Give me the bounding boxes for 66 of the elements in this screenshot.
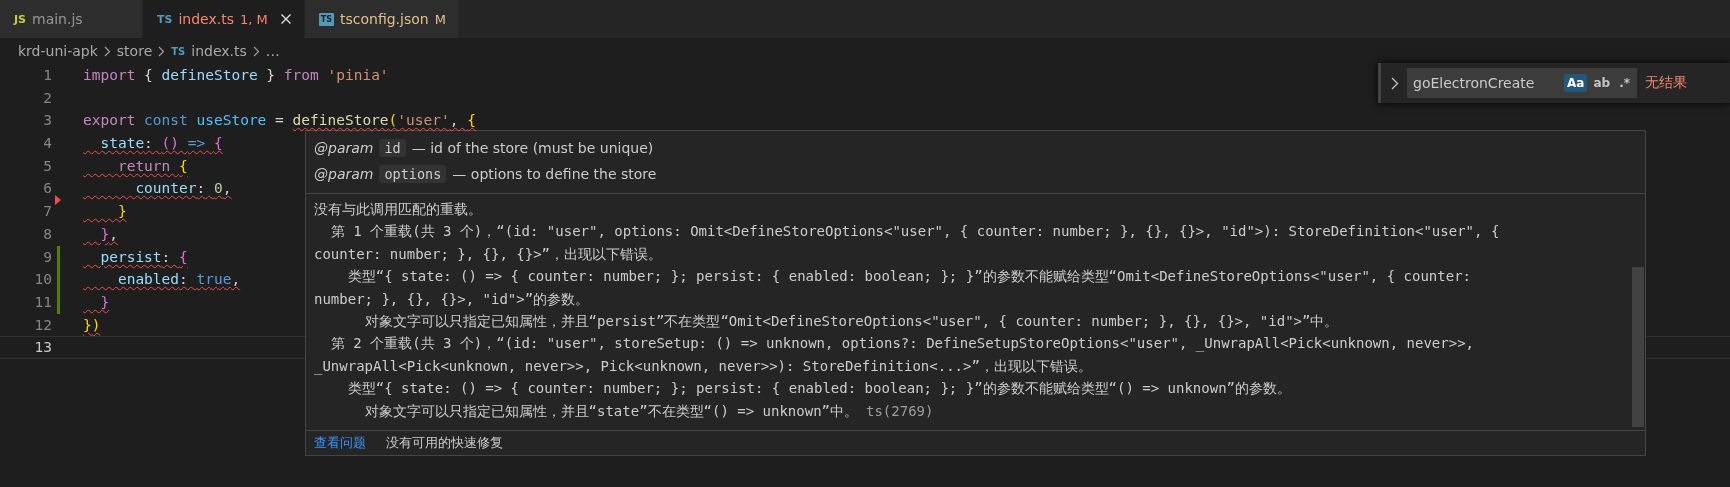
code-line: state: () => { bbox=[99, 134, 223, 154]
editor-tab[interactable]: TS index.ts 1, M bbox=[143, 0, 305, 38]
line-number: 13 bbox=[33, 338, 52, 358]
error-message-line: number; }, {}, {}>, "id">”的参数。 bbox=[314, 290, 590, 307]
line-number: 11 bbox=[33, 292, 52, 312]
code-line: import { defineStore } from 'pinia' bbox=[83, 66, 389, 85]
chevron-right-icon[interactable] bbox=[1391, 76, 1399, 90]
code-line: return { bbox=[116, 156, 188, 176]
added-lines-marker[interactable] bbox=[57, 268, 60, 291]
line-number: 4 bbox=[42, 134, 52, 154]
editor-tab[interactable]: JS main.js bbox=[0, 0, 143, 38]
search-option-toggle[interactable]: .* bbox=[1616, 74, 1633, 92]
line-number: 10 bbox=[33, 270, 52, 290]
editor-tab[interactable]: TS tsconfig.json M bbox=[304, 0, 459, 38]
chevron-right-icon bbox=[103, 45, 111, 57]
breadcrumb-item[interactable]: … bbox=[265, 43, 280, 59]
error-message-line: 没有与此调用匹配的重载。 bbox=[314, 201, 482, 217]
code-line: } bbox=[116, 202, 127, 222]
chevron-right-icon bbox=[158, 45, 166, 57]
typescript-file-icon: TS bbox=[171, 45, 186, 57]
code-line: }) bbox=[83, 315, 101, 335]
code-line: enabled: true, bbox=[116, 270, 241, 290]
code-line: persist: { bbox=[99, 247, 188, 267]
line-number: 5 bbox=[42, 156, 52, 176]
error-message-line: 类型“{ state: () => { counter: number; }; persist: { enabled: boolean; }; }”的参数不能赋给类型“() => unknown”的参数。 bbox=[346, 380, 1291, 397]
search-option-toggle[interactable]: Aa bbox=[1564, 74, 1588, 92]
param-name: id bbox=[379, 139, 406, 157]
line-number: 9 bbox=[42, 247, 52, 267]
view-problem-link[interactable]: 查看问题 bbox=[314, 434, 366, 453]
find-result-text: 无结果 bbox=[1645, 74, 1687, 92]
no-quick-fix-text: 没有可用的快速修复 bbox=[386, 434, 503, 453]
line-number: 8 bbox=[42, 224, 52, 244]
breadcrumb-item[interactable]: store bbox=[116, 43, 153, 59]
param-description: — id of the store (must be unique) bbox=[411, 140, 654, 156]
error-message-line: 对象文字可以只指定已知属性，并且“persist”不在类型“Omit<DefineStoreOptions<"user", { counter: number; }, {}, {}>, "id">”中。 bbox=[363, 313, 1339, 330]
line-number: 2 bbox=[42, 88, 52, 108]
code-line: export const useStore = defineStore('user', { bbox=[83, 111, 476, 131]
param-tag: @param bbox=[314, 166, 374, 182]
error-message-line: 第 2 个重载(共 3 个)，“(id: "user", storeSetup: () => unknown, options?: DefineSetupStoreOptions<"user", _UnwrapAll<Pick<unknown, never>>, bbox=[329, 335, 1475, 352]
search-option-toggle[interactable]: ab bbox=[1590, 74, 1614, 92]
close-icon[interactable] bbox=[279, 13, 292, 25]
code-line: counter: 0, bbox=[134, 179, 232, 199]
added-lines-marker[interactable] bbox=[57, 290, 60, 314]
error-message-line: 对象文字可以只指定已知属性，并且“state”不在类型“() => unknown”中。 bbox=[363, 402, 858, 419]
line-number: 12 bbox=[33, 315, 52, 335]
error-message-line: 类型“{ state: () => { counter: number; }; persist: { enabled: boolean; }; }”的参数不能赋给类型“Omit<DefineStoreOptions<"user", { counter: bbox=[346, 268, 1472, 285]
line-number: 3 bbox=[42, 111, 52, 131]
breadcrumb-item[interactable]: index.ts bbox=[191, 43, 247, 59]
breadcrumb-item[interactable]: krd-uni-apk bbox=[18, 43, 98, 59]
code-line: } bbox=[99, 292, 110, 312]
deleted-lines-marker[interactable] bbox=[55, 195, 61, 206]
code-line: }, bbox=[99, 224, 118, 244]
param-tag: @param bbox=[314, 140, 374, 156]
chevron-right-icon bbox=[252, 45, 260, 57]
added-lines-marker[interactable] bbox=[57, 245, 60, 269]
error-message-line: 第 1 个重载(共 3 个)，“(id: "user", options: Omit<DefineStoreOptions<"user", { counter: number; }, {}, {}>, "id">): StoreDefinition<"user", { bbox=[329, 223, 1500, 240]
error-message-line: counter: number; }, {}, {}>”，出现以下错误。 bbox=[314, 245, 662, 262]
line-number: 6 bbox=[42, 179, 52, 199]
line-number: 1 bbox=[42, 66, 52, 85]
line-number: 7 bbox=[42, 202, 52, 222]
error-message-line: _UnwrapAll<Pick<unknown, never>>, Pick<unknown, never>>): StoreDefinition<...>”，出现以下错误。 bbox=[314, 357, 1092, 374]
error-code: ts(2769) bbox=[866, 402, 934, 419]
find-input-field[interactable]: goElectronCreate Aa ab .* bbox=[1407, 68, 1637, 98]
param-name: options bbox=[379, 165, 447, 183]
param-description: — options to define the store bbox=[452, 166, 657, 182]
scrollbar-thumb[interactable] bbox=[1632, 267, 1644, 428]
